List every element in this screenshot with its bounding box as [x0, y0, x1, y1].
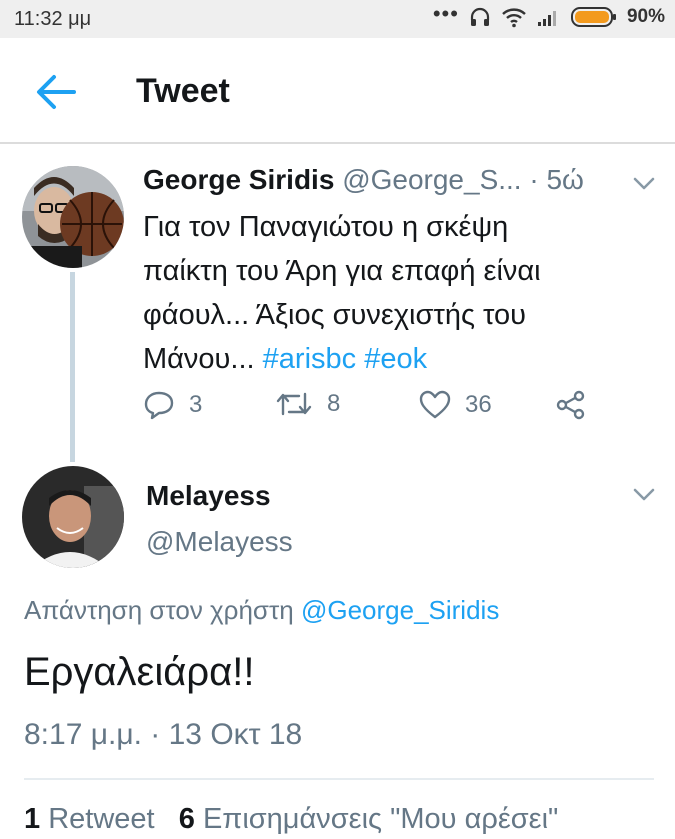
chevron-down-icon[interactable]: [632, 176, 656, 192]
hashtag-link[interactable]: #arisbc: [263, 343, 357, 375]
avatar[interactable]: [22, 466, 124, 568]
like-button[interactable]: 36: [419, 390, 492, 420]
page-title: Tweet: [136, 72, 230, 110]
header: Tweet: [0, 38, 675, 144]
tweet-text-line: παίκτη του Άρη για επαφή είναι: [143, 255, 541, 287]
retweet-button[interactable]: 8: [275, 390, 340, 418]
reply-count: 3: [189, 391, 203, 418]
reply-icon: [144, 391, 174, 420]
avatar[interactable]: [22, 166, 124, 268]
status-time: 11:32 μμ: [14, 8, 92, 30]
wifi-icon: [502, 8, 526, 28]
tweet-text: Εργαλειάρα!!: [24, 650, 255, 694]
like-label: Επισημάνσεις "Μου αρέσει": [202, 803, 559, 835]
like-count: 36: [465, 391, 492, 418]
author-name[interactable]: Melayess: [146, 480, 271, 512]
share-icon: [556, 390, 585, 420]
retweets-stat[interactable]: 1 Retweet: [24, 803, 155, 835]
chevron-down-icon[interactable]: [632, 487, 656, 503]
more-dots-icon: •••: [432, 1, 459, 26]
tweet-age: · 5ώ: [529, 164, 584, 195]
status-bar: 11:32 μμ ••• 90%: [0, 0, 675, 38]
retweet-label: Retweet: [48, 803, 155, 835]
divider: [24, 778, 654, 780]
battery-percentage: 90%: [626, 6, 665, 27]
tweet-text-line: Για τον Παναγιώτου η σκέψη: [143, 211, 509, 243]
author-name[interactable]: George Siridis: [143, 164, 334, 195]
likes-stat[interactable]: 6 Επισημάνσεις "Μου αρέσει": [179, 803, 559, 835]
tweet-text-fragment: Μάνου...: [143, 343, 255, 375]
like-total: 6: [178, 803, 195, 835]
tweet-text: Για τον Παναγιώτου η σκέψη παίκτη του Άρ…: [143, 205, 643, 381]
tweet-stats: 1 Retweet 6 Επισημάνσεις "Μου αρέσει": [24, 803, 558, 836]
tweet-actions: 3 8 36: [143, 390, 603, 426]
author-handle[interactable]: @George_S...: [342, 164, 521, 195]
back-arrow-icon[interactable]: [34, 74, 78, 110]
tweet-text-line: φάουλ... Άξιος συνεχιστής του: [143, 299, 527, 331]
tweet-timestamp: 8:17 μ.μ. · 13 Οκτ 18: [24, 718, 303, 751]
reply-context: Απάντηση στον χρήστη @George_Siridis: [24, 595, 499, 626]
retweet-total: 1: [24, 803, 41, 835]
retweet-count: 8: [327, 390, 341, 417]
tweet-text-line: Μάνου... #arisbc #eok: [143, 337, 643, 381]
battery-icon: [570, 7, 616, 27]
share-button[interactable]: [555, 390, 587, 420]
tweet-header: George Siridis @George_S... · 5ώ: [143, 164, 584, 196]
signal-icon: [537, 11, 556, 26]
hashtag-link[interactable]: #eok: [364, 343, 427, 375]
author-handle[interactable]: @Melayess: [146, 526, 293, 558]
retweet-icon: [276, 392, 312, 416]
headphones-icon: [470, 7, 490, 26]
reply-button[interactable]: 3: [143, 390, 202, 420]
reply-context-label: Απάντηση στον χρήστη: [24, 595, 294, 625]
thread-line: [70, 272, 75, 462]
reply-to-link[interactable]: @George_Siridis: [301, 595, 499, 625]
heart-icon: [419, 390, 451, 419]
